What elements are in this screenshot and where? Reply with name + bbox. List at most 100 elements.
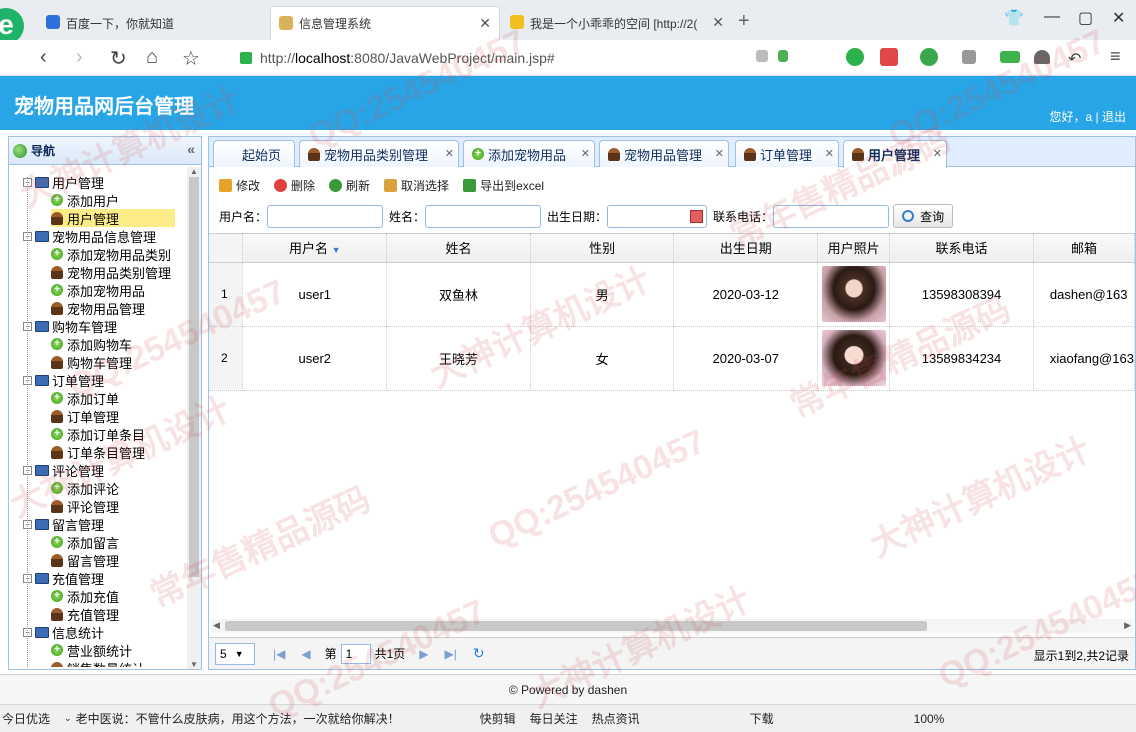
url-field[interactable]: http://localhost:8080/JavaWebProject/mai… bbox=[240, 45, 820, 71]
column-header[interactable]: 邮箱 bbox=[1033, 234, 1135, 263]
battery-icon[interactable] bbox=[1000, 51, 1020, 63]
scroll-right-icon[interactable]: ▶ bbox=[1124, 620, 1131, 631]
tab-product-manage[interactable]: 宠物用品管理 ✕ bbox=[599, 140, 729, 167]
status-item[interactable]: 快剪辑 bbox=[480, 710, 516, 727]
nav-item[interactable]: 宠物用品管理 bbox=[51, 299, 145, 317]
table-row[interactable]: 2 user2 王晓芳 女 2020-03-07 13589834234 xia… bbox=[209, 326, 1135, 391]
back-icon[interactable]: ‹ bbox=[40, 46, 47, 69]
skin-icon[interactable]: 👕 bbox=[1004, 8, 1024, 28]
nav-item[interactable]: 订单管理 bbox=[51, 407, 119, 425]
new-tab-icon[interactable]: + bbox=[738, 10, 750, 33]
tab-home[interactable]: 起始页 bbox=[213, 140, 295, 167]
nav-item[interactable]: + 添加订单条目 bbox=[51, 425, 145, 443]
minimize-icon[interactable]: — bbox=[1044, 8, 1060, 26]
column-header[interactable]: 用户名 ▼ bbox=[242, 234, 388, 263]
logout-link[interactable]: 退出 bbox=[1102, 110, 1126, 124]
scrollbar-thumb[interactable] bbox=[189, 177, 199, 577]
next-page-icon[interactable]: ▶ bbox=[419, 647, 428, 661]
headphones-icon[interactable] bbox=[1034, 50, 1050, 64]
close-icon[interactable]: ✕ bbox=[712, 14, 724, 31]
tab-category-manage[interactable]: 宠物用品类别管理 ✕ bbox=[299, 140, 459, 167]
status-news[interactable]: 老中医说：不管什么皮肤病，用这个方法，一次就给你解决！ bbox=[76, 710, 400, 727]
forward-icon[interactable]: › bbox=[76, 46, 83, 69]
scroll-left-icon[interactable]: ◀ bbox=[213, 620, 220, 631]
nav-item[interactable]: 评论管理 bbox=[51, 497, 119, 515]
chevron-down-icon[interactable]: ⌄ bbox=[64, 713, 72, 724]
browser-tab-baidu[interactable]: 百度一下，你就知道 bbox=[38, 6, 270, 40]
close-icon[interactable]: ✕ bbox=[445, 147, 454, 160]
tab-add-product[interactable]: + 添加宠物用品 ✕ bbox=[463, 140, 595, 167]
collapse-icon[interactable]: « bbox=[187, 141, 195, 157]
close-icon[interactable]: ✕ bbox=[825, 147, 834, 160]
nav-item[interactable]: 留言管理 bbox=[51, 551, 119, 569]
zoom-level[interactable]: 100% bbox=[914, 712, 945, 726]
nav-group[interactable]: − 用户管理 bbox=[23, 173, 104, 191]
nav-item[interactable]: 宠物用品类别管理 bbox=[51, 263, 171, 281]
browser-tab-qzone[interactable]: 我是一个小乖乖的空间 [http://2( ✕ bbox=[502, 6, 732, 40]
nav-item[interactable]: + 添加购物车 bbox=[51, 335, 132, 353]
page-input[interactable]: 1 bbox=[340, 643, 371, 664]
close-window-icon[interactable]: ✕ bbox=[1112, 8, 1125, 28]
last-page-icon[interactable]: ▶| bbox=[445, 647, 457, 661]
edit-button[interactable]: 修改 bbox=[219, 177, 260, 194]
column-header[interactable]: 联系电话 bbox=[889, 234, 1034, 263]
nav-item[interactable]: + 添加充值 bbox=[51, 587, 119, 605]
query-button[interactable]: 查询 bbox=[893, 204, 954, 228]
nav-item[interactable]: + 添加宠物用品 bbox=[51, 281, 145, 299]
nav-group[interactable]: − 信息统计 bbox=[23, 623, 104, 641]
grid-horizontal-scrollbar[interactable]: ◀ ▶ bbox=[211, 619, 1133, 633]
browser-tab-active[interactable]: 信息管理系统 ✕ bbox=[270, 6, 500, 40]
scroll-up-icon[interactable]: ▲ bbox=[190, 167, 198, 176]
nav-item[interactable]: 充值管理 bbox=[51, 605, 119, 623]
nav-item[interactable]: 用户管理 bbox=[51, 209, 175, 227]
nav-group[interactable]: − 充值管理 bbox=[23, 569, 104, 587]
nav-group[interactable]: − 留言管理 bbox=[23, 515, 104, 533]
first-page-icon[interactable]: |◀ bbox=[273, 647, 285, 661]
nav-item[interactable]: 订单条目管理 bbox=[51, 443, 145, 461]
username-input[interactable] bbox=[267, 204, 384, 228]
nav-group[interactable]: − 订单管理 bbox=[23, 371, 104, 389]
nav-item[interactable]: + 营业额统计 bbox=[51, 641, 132, 659]
close-icon[interactable]: ✕ bbox=[933, 147, 942, 160]
calendar-icon[interactable] bbox=[690, 209, 704, 223]
reload-icon[interactable]: ↻ bbox=[110, 46, 127, 71]
apps-icon[interactable] bbox=[962, 50, 976, 64]
home-icon[interactable]: ⌂ bbox=[146, 46, 158, 69]
column-header[interactable]: 用户照片 bbox=[817, 234, 891, 263]
scroll-down-icon[interactable]: ▼ bbox=[190, 660, 198, 669]
lightning-icon[interactable] bbox=[778, 50, 788, 62]
menu-icon[interactable]: ≡ bbox=[1110, 46, 1121, 67]
tab-user-manage[interactable]: 用户管理 ✕ bbox=[843, 140, 947, 168]
status-item[interactable]: 每日关注 bbox=[530, 710, 578, 727]
status-item[interactable]: 下载 bbox=[750, 710, 774, 727]
nav-item[interactable]: + 添加宠物用品类别 bbox=[51, 245, 171, 263]
column-header[interactable]: 出生日期 bbox=[673, 234, 819, 263]
table-row[interactable]: 1 user1 双鱼林 男 2020-03-12 13598308394 das… bbox=[209, 262, 1135, 327]
nav-item[interactable]: + 添加用户 bbox=[51, 191, 119, 209]
name-input[interactable] bbox=[425, 204, 542, 228]
status-item[interactable]: 今日优选 bbox=[2, 710, 50, 727]
close-icon[interactable]: ✕ bbox=[581, 147, 590, 160]
reload-icon[interactable]: ↻ bbox=[473, 645, 485, 662]
shield-icon[interactable] bbox=[846, 48, 864, 66]
nav-item[interactable]: 销售数量统计 bbox=[51, 659, 145, 667]
refresh-button[interactable]: 刷新 bbox=[329, 177, 370, 194]
nav-group[interactable]: − 宠物用品信息管理 bbox=[23, 227, 156, 245]
cancel-select-button[interactable]: 取消选择 bbox=[384, 177, 449, 194]
nav-group[interactable]: − 评论管理 bbox=[23, 461, 104, 479]
close-icon[interactable]: ✕ bbox=[479, 15, 491, 32]
tab-order-manage[interactable]: 订单管理 ✕ bbox=[735, 140, 839, 167]
undo-icon[interactable]: ↶ bbox=[1068, 49, 1081, 69]
nav-item[interactable]: + 添加订单 bbox=[51, 389, 119, 407]
delete-button[interactable]: 删除 bbox=[274, 177, 315, 194]
page-size-select[interactable]: 5 ▼ bbox=[215, 642, 255, 665]
nav-item[interactable]: + 添加评论 bbox=[51, 479, 119, 497]
scissors-icon[interactable] bbox=[880, 48, 898, 66]
column-header[interactable]: 性别 bbox=[530, 234, 675, 263]
scrollbar-thumb[interactable] bbox=[225, 621, 927, 631]
maximize-icon[interactable]: ▢ bbox=[1078, 8, 1093, 28]
export-button[interactable]: 导出到excel bbox=[463, 177, 544, 194]
nav-item[interactable]: + 添加留言 bbox=[51, 533, 119, 551]
share-icon[interactable] bbox=[756, 50, 768, 62]
nav-scrollbar[interactable]: ▲ ▼ bbox=[187, 167, 201, 669]
